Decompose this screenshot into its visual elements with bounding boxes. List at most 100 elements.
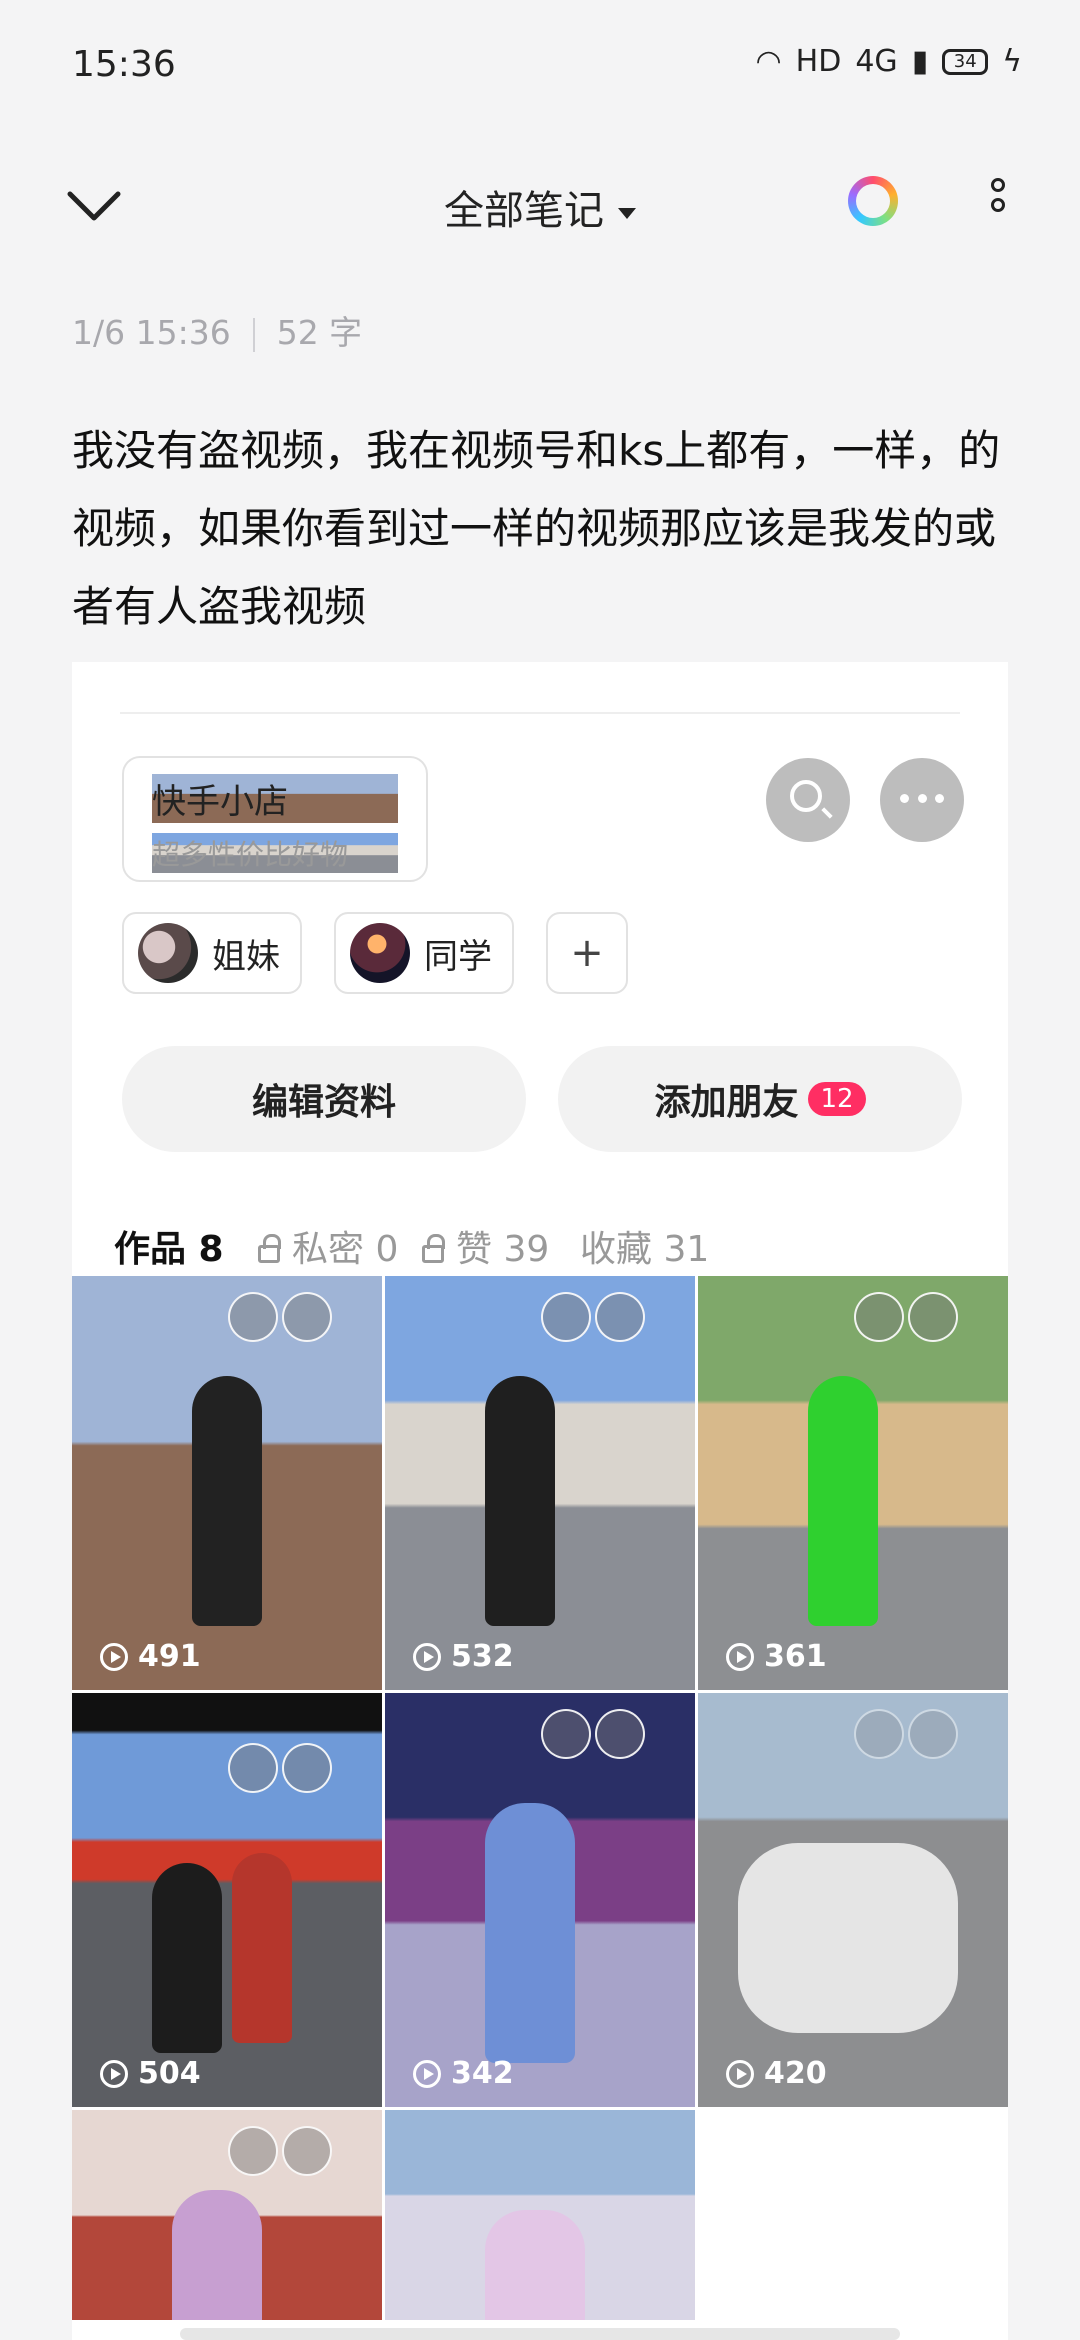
group-chips: 姐妹 同学 + (122, 912, 628, 994)
watermark-icon (228, 1292, 278, 1342)
profile-actions: 编辑资料 添加朋友 12 (122, 1046, 962, 1152)
lock-icon (422, 1234, 445, 1263)
tab-works: 作品 8 (114, 1229, 224, 1270)
more-menu-button[interactable] (986, 178, 1010, 234)
signal-icon: ▮ (911, 44, 929, 79)
character-figure (172, 2190, 262, 2320)
friend-request-badge: 12 (808, 1082, 866, 1116)
edit-profile-button: 编辑资料 (122, 1046, 526, 1152)
folder-title: 全部笔记 (444, 188, 604, 234)
play-icon (413, 2059, 441, 2088)
video-thumbnail: 532 (385, 1276, 695, 1690)
shop-subtitle: 超多性价比好物 (152, 833, 398, 873)
more-icon (900, 794, 944, 804)
watermark-icon (541, 1292, 591, 1342)
avatar (350, 923, 410, 983)
video-thumbnail (72, 2110, 382, 2320)
tab-likes: 赞 39 (422, 1220, 549, 1272)
note-word-count: 52 字 (276, 313, 363, 352)
view-count: 491 (100, 1639, 201, 1674)
note-body[interactable]: 我没有盗视频，我在视频号和ks上都有，一样，的视频，如果你看到过一样的视频那应该… (72, 412, 1012, 646)
video-thumbnail: 361 (698, 1276, 1008, 1690)
note-date: 1/6 15:36 (72, 313, 231, 352)
view-count-value: 491 (138, 1639, 201, 1674)
watermark-icon (854, 1292, 904, 1342)
chip-label: 姐妹 (212, 936, 280, 977)
video-thumbnail (385, 2110, 695, 2320)
watermark-icon (908, 1292, 958, 1342)
watermark-icon (595, 1292, 645, 1342)
view-count: 420 (726, 2056, 827, 2091)
view-count: 361 (726, 1639, 827, 1674)
view-count-value: 420 (764, 2056, 827, 2091)
battery-icon: 34 (942, 48, 989, 75)
character-figure (192, 1376, 262, 1626)
watermark-icon (595, 1709, 645, 1759)
view-count-value: 504 (138, 2056, 201, 2091)
play-icon (413, 1642, 441, 1671)
view-count: 532 (413, 1639, 514, 1674)
search-button (766, 758, 850, 842)
status-time: 15:36 (72, 44, 176, 85)
divider (252, 317, 255, 352)
character-figure (152, 1863, 222, 2053)
view-count-value: 361 (764, 1639, 827, 1674)
avatar (138, 923, 198, 983)
hd-label: HD (795, 44, 842, 79)
folder-selector[interactable]: 全部笔记 (0, 178, 1080, 236)
divider (120, 712, 960, 714)
watermark-icon (228, 2126, 278, 2176)
search-icon (790, 780, 822, 812)
note-meta: 1/6 15:36 52 字 (72, 306, 362, 354)
charging-icon: ϟ (1002, 44, 1022, 79)
more-button (880, 758, 964, 842)
character-figure (485, 1803, 575, 2063)
more-dot-icon (991, 198, 1005, 212)
play-icon (726, 2059, 754, 2088)
watermark-icon (282, 1743, 332, 1793)
add-friend-label: 添加朋友 (654, 1082, 799, 1123)
status-bar: 15:36 ◠ HD 4G ▮ 34 ϟ (0, 0, 1080, 130)
chip-sisters: 姐妹 (122, 912, 302, 994)
tab-label: 私密 0 (292, 1229, 399, 1270)
play-icon (726, 1642, 754, 1671)
watermark-icon (908, 1709, 958, 1759)
add-chip-button: + (546, 912, 628, 994)
top-bar: 全部笔记 (0, 150, 1080, 250)
view-count: 504 (100, 2056, 201, 2091)
character-figure (232, 1853, 292, 2043)
shop-card: 快手小店 超多性价比好物 (122, 756, 428, 882)
view-count: 342 (413, 2056, 514, 2091)
screenshot-attachment[interactable]: 快手小店 超多性价比好物 姐妹 同学 + 编辑资料 添加朋友 12 作品 8 私密… (72, 662, 1008, 2340)
play-icon (100, 2059, 128, 2088)
tab-label: 赞 39 (456, 1229, 550, 1270)
view-count-value: 532 (451, 1639, 514, 1674)
character-figure (485, 1376, 555, 1626)
chip-label: 同学 (424, 936, 492, 977)
tab-favorites: 收藏 31 (580, 1229, 710, 1270)
shop-title: 快手小店 (152, 774, 398, 823)
network-label: 4G (855, 44, 898, 79)
bottom-edge (180, 2328, 900, 2340)
video-thumbnail: 342 (385, 1693, 695, 2107)
character-figure (808, 1376, 878, 1626)
status-icons: ◠ HD 4G ▮ 34 ϟ (755, 44, 1022, 79)
watermark-icon (541, 1709, 591, 1759)
chip-classmates: 同学 (334, 912, 514, 994)
character-figure (485, 2210, 585, 2320)
tab-private: 私密 0 (258, 1220, 398, 1272)
wifi-icon: ◠ (755, 44, 782, 79)
lock-icon (258, 1234, 281, 1263)
horse-figure (738, 1843, 958, 2033)
watermark-icon (228, 1743, 278, 1793)
play-icon (100, 1642, 128, 1671)
add-friend-button: 添加朋友 12 (558, 1046, 962, 1152)
watermark-icon (282, 2126, 332, 2176)
video-thumbnail: 504 (72, 1693, 382, 2107)
video-thumbnail: 420 (698, 1693, 1008, 2107)
caret-down-icon (618, 207, 636, 219)
color-picker-icon[interactable] (848, 176, 898, 226)
watermark-icon (282, 1292, 332, 1342)
watermark-icon (854, 1709, 904, 1759)
more-dot-icon (991, 178, 1005, 192)
